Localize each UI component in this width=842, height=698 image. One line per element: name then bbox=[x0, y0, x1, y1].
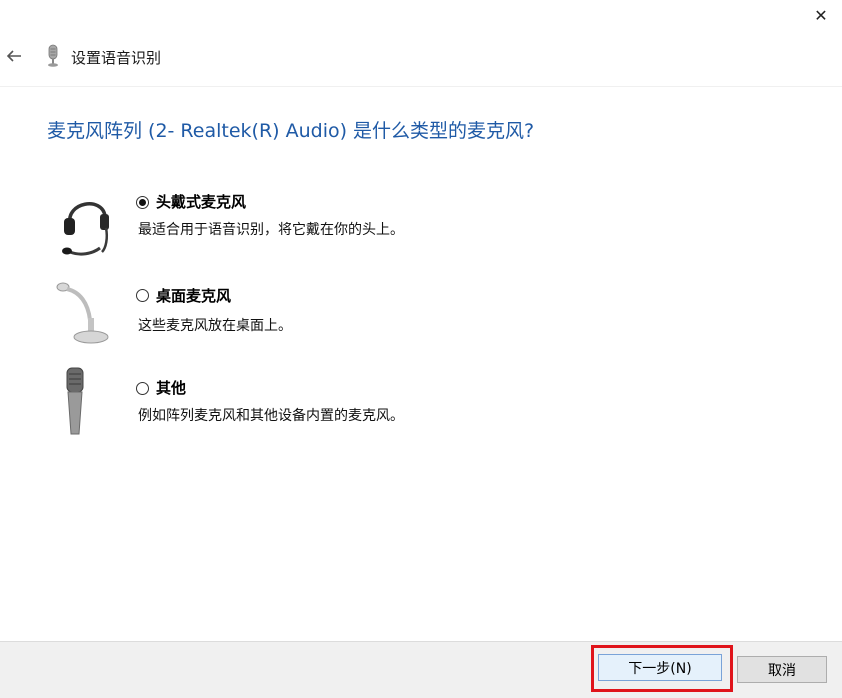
close-icon: ✕ bbox=[814, 5, 828, 25]
highlight-annotation bbox=[591, 645, 733, 692]
option-desktop-mic-label: 桌面麦克风 bbox=[156, 287, 232, 305]
option-desktop-mic-description: 这些麦克风放在桌面上。 bbox=[138, 318, 292, 334]
radio-headset[interactable] bbox=[136, 196, 149, 209]
headset-icon bbox=[50, 188, 120, 268]
microphone-icon bbox=[44, 44, 62, 68]
back-button[interactable] bbox=[4, 46, 24, 66]
option-desktop-mic[interactable]: 桌面麦克风 这些麦克风放在桌面上。 bbox=[50, 278, 650, 358]
handheld-microphone-icon bbox=[50, 366, 120, 446]
option-headset-description: 最适合用于语音识别，将它戴在你的头上。 bbox=[138, 222, 404, 238]
option-other[interactable]: 其他 例如阵列麦克风和其他设备内置的麦克风。 bbox=[50, 366, 650, 446]
header-divider bbox=[0, 86, 842, 87]
option-headset[interactable]: 头戴式麦克风 最适合用于语音识别，将它戴在你的头上。 bbox=[50, 188, 650, 268]
page-heading: 麦克风阵列 (2- Realtek(R) Audio) 是什么类型的麦克风? bbox=[47, 120, 535, 142]
cancel-button[interactable]: 取消 bbox=[737, 656, 827, 683]
wizard-title: 设置语音识别 bbox=[71, 49, 162, 67]
option-other-label: 其他 bbox=[156, 379, 187, 397]
option-other-description: 例如阵列麦克风和其他设备内置的麦克风。 bbox=[138, 408, 404, 424]
wizard-header: 设置语音识别 bbox=[0, 36, 842, 78]
radio-desktop-mic[interactable] bbox=[136, 289, 149, 302]
radio-other[interactable] bbox=[136, 382, 149, 395]
option-headset-label: 头戴式麦克风 bbox=[156, 193, 247, 211]
desktop-microphone-icon bbox=[50, 278, 120, 358]
arrow-left-icon bbox=[6, 50, 21, 62]
close-button[interactable]: ✕ bbox=[806, 2, 836, 28]
